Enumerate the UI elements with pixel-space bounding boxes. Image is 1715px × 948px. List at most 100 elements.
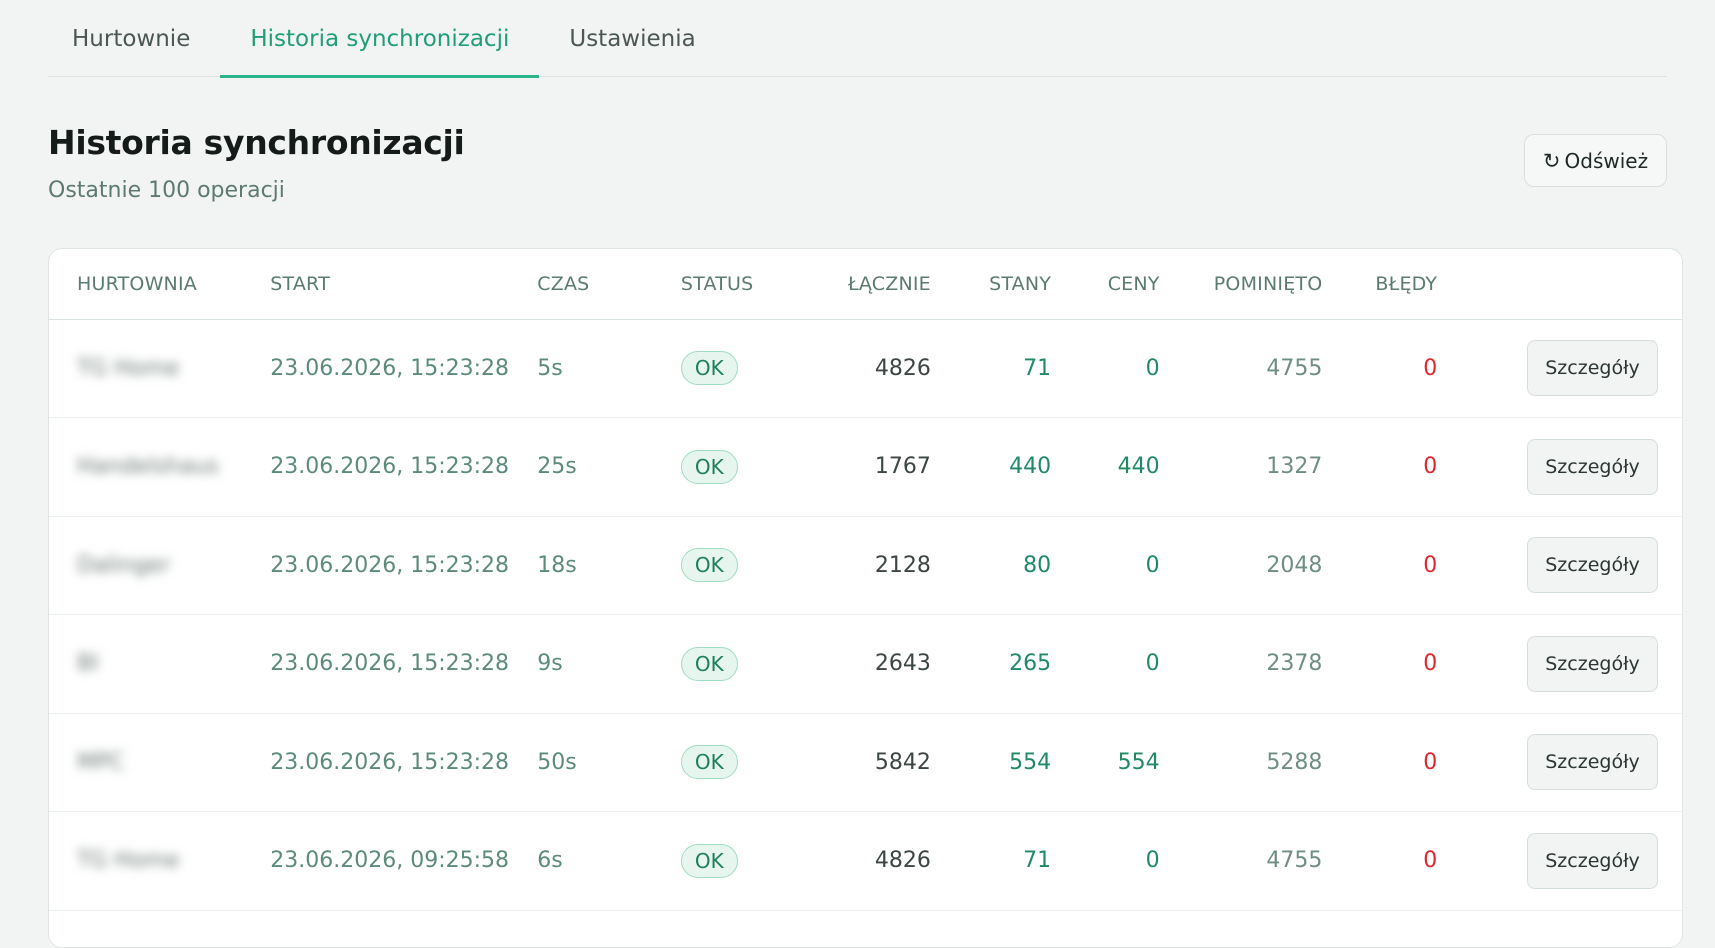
action-cell: Szczegóły bbox=[1437, 713, 1682, 812]
refresh-button[interactable]: ↻ Odśwież bbox=[1524, 134, 1667, 187]
details-button[interactable]: Szczegóły bbox=[1527, 832, 1658, 889]
wholesaler-name: BI bbox=[49, 614, 271, 714]
table-row: TG Home 23.06.2026, 15:23:28 5s OK 4826 … bbox=[49, 319, 1682, 418]
details-button[interactable]: Szczegóły bbox=[1527, 734, 1658, 791]
prices-count: 0 bbox=[1051, 319, 1160, 418]
action-cell: Szczegóły bbox=[1437, 614, 1682, 714]
prices-count: 0 bbox=[1051, 614, 1160, 714]
table-header-row: HURTOWNIA START CZAS STATUS ŁĄCZNIE STAN… bbox=[49, 249, 1682, 320]
table-row: TG Home 23.06.2026, 09:25:58 6s OK 4826 … bbox=[49, 811, 1682, 911]
table-row: Handelshaus 23.06.2026, 15:23:28 25s OK … bbox=[49, 417, 1682, 517]
stock-count: 554 bbox=[930, 713, 1052, 812]
errors-count: 0 bbox=[1322, 811, 1438, 911]
duration: 50s bbox=[537, 713, 681, 812]
skipped-count: 4755 bbox=[1159, 811, 1323, 911]
status-badge: OK bbox=[680, 449, 738, 484]
duration: 9s bbox=[537, 614, 681, 714]
table-row: Dalinger 23.06.2026, 15:23:28 18s OK 212… bbox=[49, 516, 1682, 615]
action-cell: Szczegóły bbox=[1437, 319, 1682, 418]
page-title: Historia synchronizacji bbox=[48, 123, 465, 162]
total-count: 2643 bbox=[819, 614, 931, 714]
errors-count: 0 bbox=[1322, 614, 1438, 714]
wholesaler-name: TG Home bbox=[49, 811, 271, 911]
table-row: MPC 23.06.2026, 15:23:28 50s OK 5842 554… bbox=[49, 713, 1682, 812]
skipped-count: 5288 bbox=[1159, 713, 1323, 812]
column-header-status[interactable]: STATUS bbox=[680, 249, 820, 320]
errors-count: 0 bbox=[1322, 319, 1438, 418]
start-time: 23.06.2026, 09:25:58 bbox=[270, 811, 538, 911]
column-header-errors[interactable]: BŁĘDY bbox=[1322, 249, 1438, 320]
stock-count: 80 bbox=[930, 516, 1052, 615]
sync-history-table: HURTOWNIA START CZAS STATUS ŁĄCZNIE STAN… bbox=[49, 249, 1682, 911]
prices-count: 0 bbox=[1051, 516, 1160, 615]
skipped-count: 2048 bbox=[1159, 516, 1323, 615]
column-header-skipped[interactable]: POMINIĘTO bbox=[1159, 249, 1323, 320]
status-cell: OK bbox=[680, 811, 820, 911]
status-badge: OK bbox=[680, 843, 738, 878]
details-button[interactable]: Szczegóły bbox=[1527, 537, 1658, 594]
errors-count: 0 bbox=[1322, 713, 1438, 812]
total-count: 4826 bbox=[819, 811, 931, 911]
status-cell: OK bbox=[680, 614, 820, 714]
start-time: 23.06.2026, 15:23:28 bbox=[270, 417, 538, 517]
skipped-count: 1327 bbox=[1159, 417, 1323, 517]
refresh-icon: ↻ bbox=[1542, 148, 1561, 173]
status-cell: OK bbox=[680, 319, 820, 418]
details-button[interactable]: Szczegóły bbox=[1527, 340, 1658, 397]
column-header-actions bbox=[1437, 249, 1682, 320]
prices-count: 440 bbox=[1051, 417, 1160, 517]
details-button[interactable]: Szczegóły bbox=[1527, 438, 1658, 495]
duration: 6s bbox=[537, 811, 681, 911]
duration: 18s bbox=[537, 516, 681, 615]
refresh-button-label: Odśwież bbox=[1564, 148, 1649, 173]
tab-ustawienia[interactable]: Ustawienia bbox=[539, 1, 725, 78]
errors-count: 0 bbox=[1322, 417, 1438, 517]
wholesaler-name: Dalinger bbox=[49, 516, 271, 615]
stock-count: 440 bbox=[930, 417, 1052, 517]
start-time: 23.06.2026, 15:23:28 bbox=[270, 713, 538, 812]
page-header: Historia synchronizacji Ostatnie 100 ope… bbox=[48, 77, 1667, 249]
total-count: 5842 bbox=[819, 713, 931, 812]
stock-count: 71 bbox=[930, 319, 1052, 418]
action-cell: Szczegóły bbox=[1437, 811, 1682, 911]
wholesaler-name: MPC bbox=[49, 713, 271, 812]
status-cell: OK bbox=[680, 417, 820, 517]
status-badge: OK bbox=[680, 548, 738, 583]
skipped-count: 2378 bbox=[1159, 614, 1323, 714]
column-header-total[interactable]: ŁĄCZNIE bbox=[819, 249, 931, 320]
status-cell: OK bbox=[680, 713, 820, 812]
page-subtitle: Ostatnie 100 operacji bbox=[48, 178, 285, 203]
status-badge: OK bbox=[680, 745, 738, 780]
column-header-stock[interactable]: STANY bbox=[930, 249, 1052, 320]
tab-hurtownie[interactable]: Hurtownie bbox=[48, 1, 220, 78]
total-count: 1767 bbox=[819, 417, 931, 517]
column-header-start[interactable]: START bbox=[270, 249, 538, 320]
tab-bar: Hurtownie Historia synchronizacji Ustawi… bbox=[48, 0, 1667, 78]
sync-history-table-card: HURTOWNIA START CZAS STATUS ŁĄCZNIE STAN… bbox=[48, 248, 1683, 948]
status-cell: OK bbox=[680, 516, 820, 615]
start-time: 23.06.2026, 15:23:28 bbox=[270, 516, 538, 615]
wholesaler-name: TG Home bbox=[49, 319, 271, 418]
stock-count: 71 bbox=[930, 811, 1052, 911]
stock-count: 265 bbox=[930, 614, 1052, 714]
action-cell: Szczegóły bbox=[1437, 516, 1682, 615]
status-badge: OK bbox=[680, 646, 738, 681]
total-count: 2128 bbox=[819, 516, 931, 615]
tab-historia-synchronizacji[interactable]: Historia synchronizacji bbox=[220, 1, 540, 78]
prices-count: 0 bbox=[1051, 811, 1160, 911]
duration: 25s bbox=[537, 417, 681, 517]
column-header-wholesaler[interactable]: HURTOWNIA bbox=[49, 249, 271, 320]
table-body: TG Home 23.06.2026, 15:23:28 5s OK 4826 … bbox=[49, 319, 1682, 911]
table-row: BI 23.06.2026, 15:23:28 9s OK 2643 265 0… bbox=[49, 614, 1682, 714]
prices-count: 554 bbox=[1051, 713, 1160, 812]
start-time: 23.06.2026, 15:23:28 bbox=[270, 319, 538, 418]
column-header-time[interactable]: CZAS bbox=[537, 249, 681, 320]
skipped-count: 4755 bbox=[1159, 319, 1323, 418]
column-header-prices[interactable]: CENY bbox=[1051, 249, 1160, 320]
details-button[interactable]: Szczegóły bbox=[1527, 635, 1658, 692]
wholesaler-name: Handelshaus bbox=[49, 417, 271, 517]
status-badge: OK bbox=[680, 351, 738, 386]
action-cell: Szczegóły bbox=[1437, 417, 1682, 517]
errors-count: 0 bbox=[1322, 516, 1438, 615]
duration: 5s bbox=[537, 319, 681, 418]
